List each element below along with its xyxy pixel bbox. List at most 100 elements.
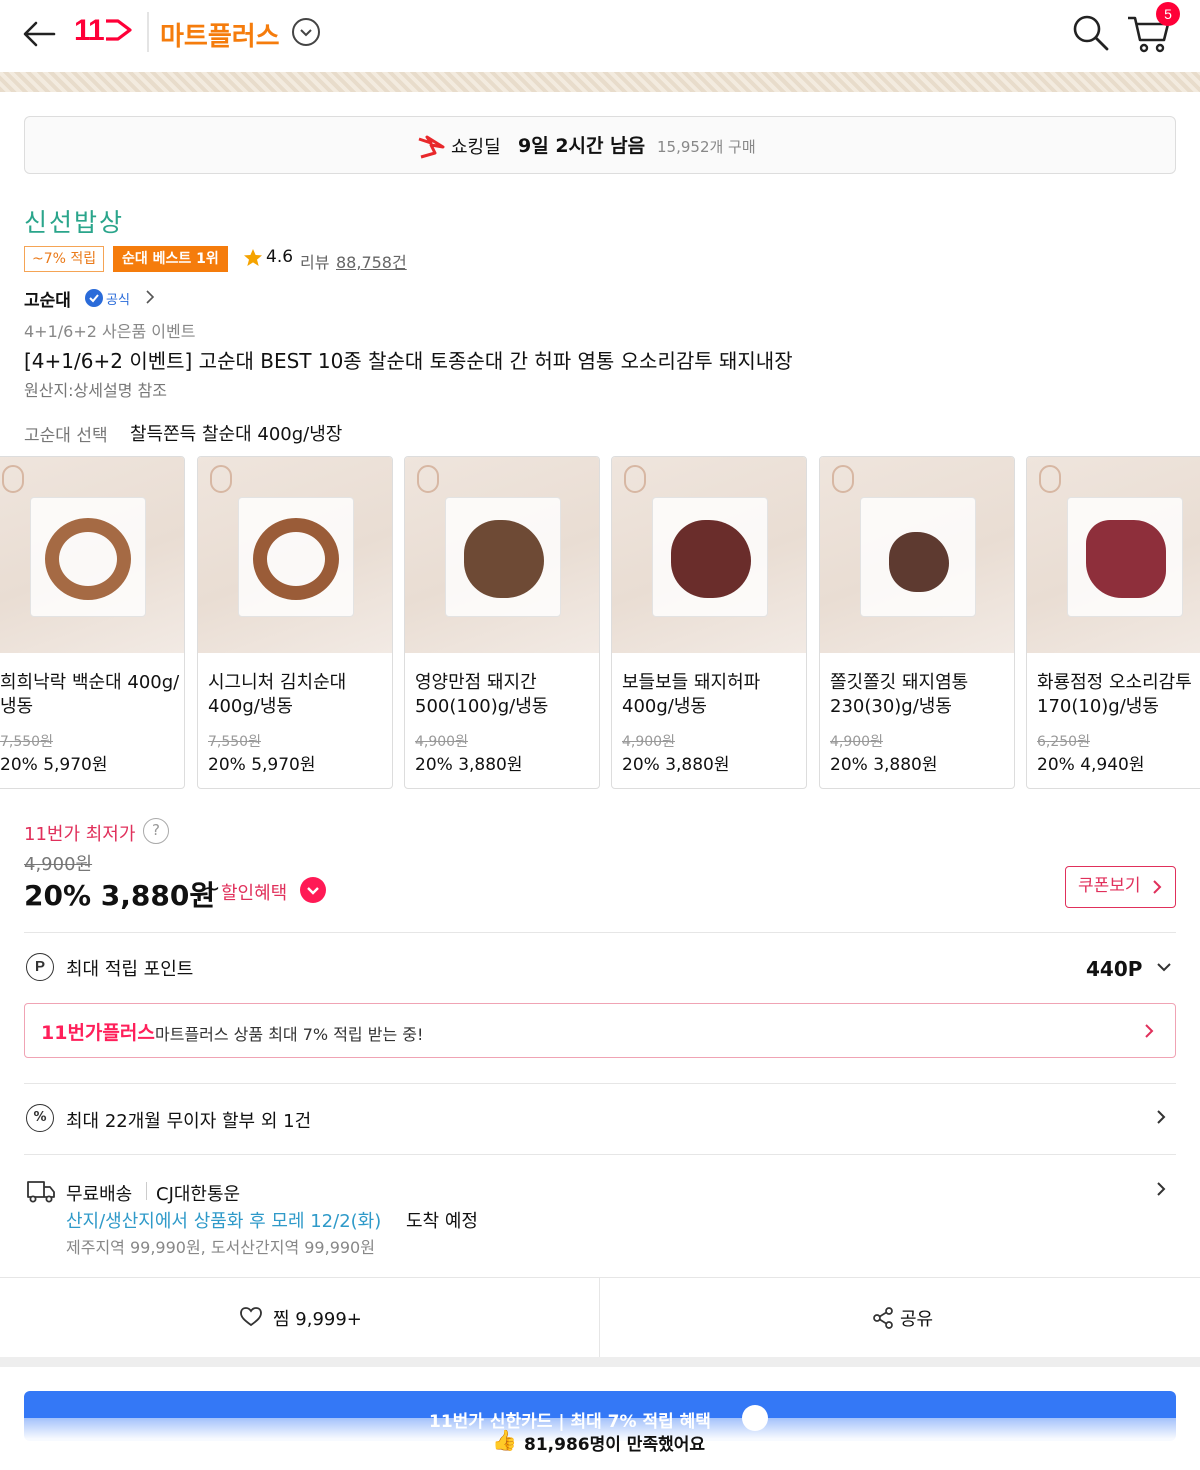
max-points-value[interactable]: 440P	[1086, 957, 1142, 981]
option-card-price: 20% 4,940원	[1037, 755, 1145, 775]
11st-plus-banner[interactable]: 11번가플러스 마트플러스 상품 최대 7% 적립 받는 중!	[24, 1003, 1176, 1058]
brand-name[interactable]: 신선밥상	[24, 203, 124, 239]
shipping-separator	[146, 1182, 147, 1200]
deal-time-left: 9일 2시간 남음	[518, 135, 646, 157]
chevron-right-icon	[1145, 1024, 1154, 1038]
top-header: 11 마트플러스 5	[0, 0, 1200, 72]
brand-seal-icon	[2, 465, 24, 493]
star-icon	[244, 249, 262, 266]
package	[445, 497, 561, 617]
option-card-price: 20% 3,880원	[622, 755, 730, 775]
share-button[interactable]: 공유	[600, 1278, 1200, 1358]
option-card-price: 20% 3,880원	[415, 755, 523, 775]
deal-label: 쇼킹딜	[451, 137, 501, 158]
seller-name[interactable]: 고순대	[24, 286, 71, 311]
official-label: 공식	[106, 293, 130, 308]
option-card-name: 희희낙락 백순대 400g/냉동	[0, 672, 180, 717]
installment-label[interactable]: 최대 22개월 무이자 할부 외 1건	[66, 1107, 311, 1133]
section-divider	[24, 932, 1176, 933]
product-image	[1027, 457, 1200, 653]
brand-seal-icon	[417, 465, 439, 493]
option-card[interactable]: 쫄깃쫄깃 돼지염통 230(30)g/냉동 4,900원 20% 3,880원	[819, 456, 1015, 789]
store-title[interactable]: 마트플러스	[160, 16, 280, 53]
chevron-down-icon	[300, 29, 312, 37]
discount-dropdown-button[interactable]	[300, 877, 326, 903]
final-price: 20% 3,880원	[24, 879, 216, 912]
header-texture-strip	[0, 72, 1200, 92]
action-row: 찜 9,999+ 공유	[0, 1277, 1200, 1358]
brand-seal-icon	[832, 465, 854, 493]
chevron-right-icon[interactable]	[1155, 1108, 1167, 1126]
cart-count-badge: 5	[1156, 2, 1180, 26]
back-arrow-icon	[23, 21, 56, 47]
11st-plus-brand: 11번가플러스	[41, 1022, 155, 1044]
stomach-piece	[1086, 520, 1166, 598]
product-image	[405, 457, 599, 653]
option-card[interactable]: 화룡점정 오소리감투 170(10)g/냉동 6,250원 20% 4,940원	[1026, 456, 1200, 789]
lowest-price-label: 11번가 최저가	[24, 824, 136, 845]
event-label: 4+1/6+2 사은품 이벤트	[24, 322, 196, 341]
liver-piece	[464, 520, 544, 598]
help-icon[interactable]: ?	[143, 818, 169, 844]
brand-seal-icon	[624, 465, 646, 493]
price-tilde: ~	[202, 877, 221, 902]
11st-logo[interactable]: 11	[74, 14, 134, 48]
best-rank-chip[interactable]: 순대 베스트 1위	[113, 246, 228, 272]
chevron-right-icon[interactable]	[1155, 1180, 1167, 1198]
coupon-button-label: 쿠폰보기	[1078, 876, 1141, 896]
option-card[interactable]: 영양만점 돼지간 500(100)g/냉동 4,900원 20% 3,880원	[404, 456, 600, 789]
package	[1067, 497, 1183, 617]
deal-purchase-count: 15,952개 구매	[657, 138, 756, 156]
chevron-right-icon[interactable]	[143, 289, 157, 305]
option-card-price: 20% 3,880원	[830, 755, 938, 775]
section-divider	[24, 1154, 1176, 1155]
option-card-original-price: 6,250원	[1037, 734, 1090, 750]
heart-piece	[889, 532, 949, 592]
point-icon: P	[26, 953, 54, 981]
product-image	[820, 457, 1014, 653]
option-card[interactable]: 시그니처 김치순대 400g/냉동 7,550원 20% 5,970원	[197, 456, 393, 789]
section-divider	[24, 1083, 1176, 1084]
shipping-carrier: CJ대한통운	[156, 1184, 241, 1205]
free-shipping-label: 무료배송	[66, 1184, 133, 1205]
shipping-extra-fee: 제주지역 99,990원, 도서산간지역 99,990원	[66, 1238, 375, 1257]
option-card-name: 보들보들 돼지허파 400g/냉동	[622, 672, 761, 717]
package	[860, 497, 976, 617]
origin-info: 원산지:상세설명 참조	[24, 381, 167, 400]
package	[30, 497, 146, 617]
chevron-down-icon[interactable]	[1155, 960, 1173, 974]
heart-icon	[240, 1307, 262, 1327]
option-card-name: 영양만점 돼지간 500(100)g/냉동	[415, 672, 549, 717]
sundae-coil	[253, 518, 339, 600]
coupon-view-button[interactable]: 쿠폰보기	[1065, 866, 1176, 908]
option-card-name: 화룡점정 오소리감투 170(10)g/냉동	[1037, 672, 1192, 717]
option-card-original-price: 7,550원	[0, 734, 53, 750]
search-button[interactable]	[1070, 12, 1110, 52]
product-title: [4+1/6+2 이벤트] 고순대 BEST 10종 찰순대 토종순대 간 허파…	[24, 349, 793, 373]
store-dropdown-button[interactable]	[292, 18, 320, 46]
option-card[interactable]: 희희낙락 백순대 400g/냉동 7,550원 20% 5,970원	[0, 456, 185, 789]
chevron-right-icon	[1153, 880, 1162, 894]
option-card[interactable]: 보들보들 돼지허파 400g/냉동 4,900원 20% 3,880원	[611, 456, 807, 789]
truck-icon	[27, 1181, 55, 1203]
satisfaction-count: 81,986명이 만족했어요	[524, 1435, 705, 1455]
lung-piece	[671, 520, 751, 598]
satisfaction-bar: 👍 81,986명이 만족했어요	[0, 1418, 1200, 1470]
point-chip: ~7% 적립	[24, 246, 105, 272]
option-card-original-price: 4,900원	[830, 734, 883, 750]
option-card-price: 20% 5,970원	[208, 755, 316, 775]
shipping-arrive-label: 도착 예정	[406, 1211, 478, 1232]
option-card-original-price: 7,550원	[208, 734, 261, 750]
logo-arrow-icon	[105, 19, 132, 41]
discount-benefit-toggle[interactable]: 할인혜택	[221, 879, 287, 905]
option-label: 고순대 선택	[24, 426, 108, 446]
logo-divider	[147, 12, 149, 52]
wishlist-count: 찜 9,999+	[273, 1309, 362, 1330]
shocking-deal-bar: 쇼킹딜 9일 2시간 남음 15,952개 구매	[24, 116, 1176, 174]
back-button[interactable]	[20, 14, 60, 54]
wishlist-button[interactable]: 찜 9,999+	[0, 1278, 600, 1358]
original-price: 4,900원	[24, 854, 93, 875]
review-count-link[interactable]: 88,758건	[336, 249, 407, 273]
brand-seal-icon	[210, 465, 232, 493]
package	[238, 497, 354, 617]
